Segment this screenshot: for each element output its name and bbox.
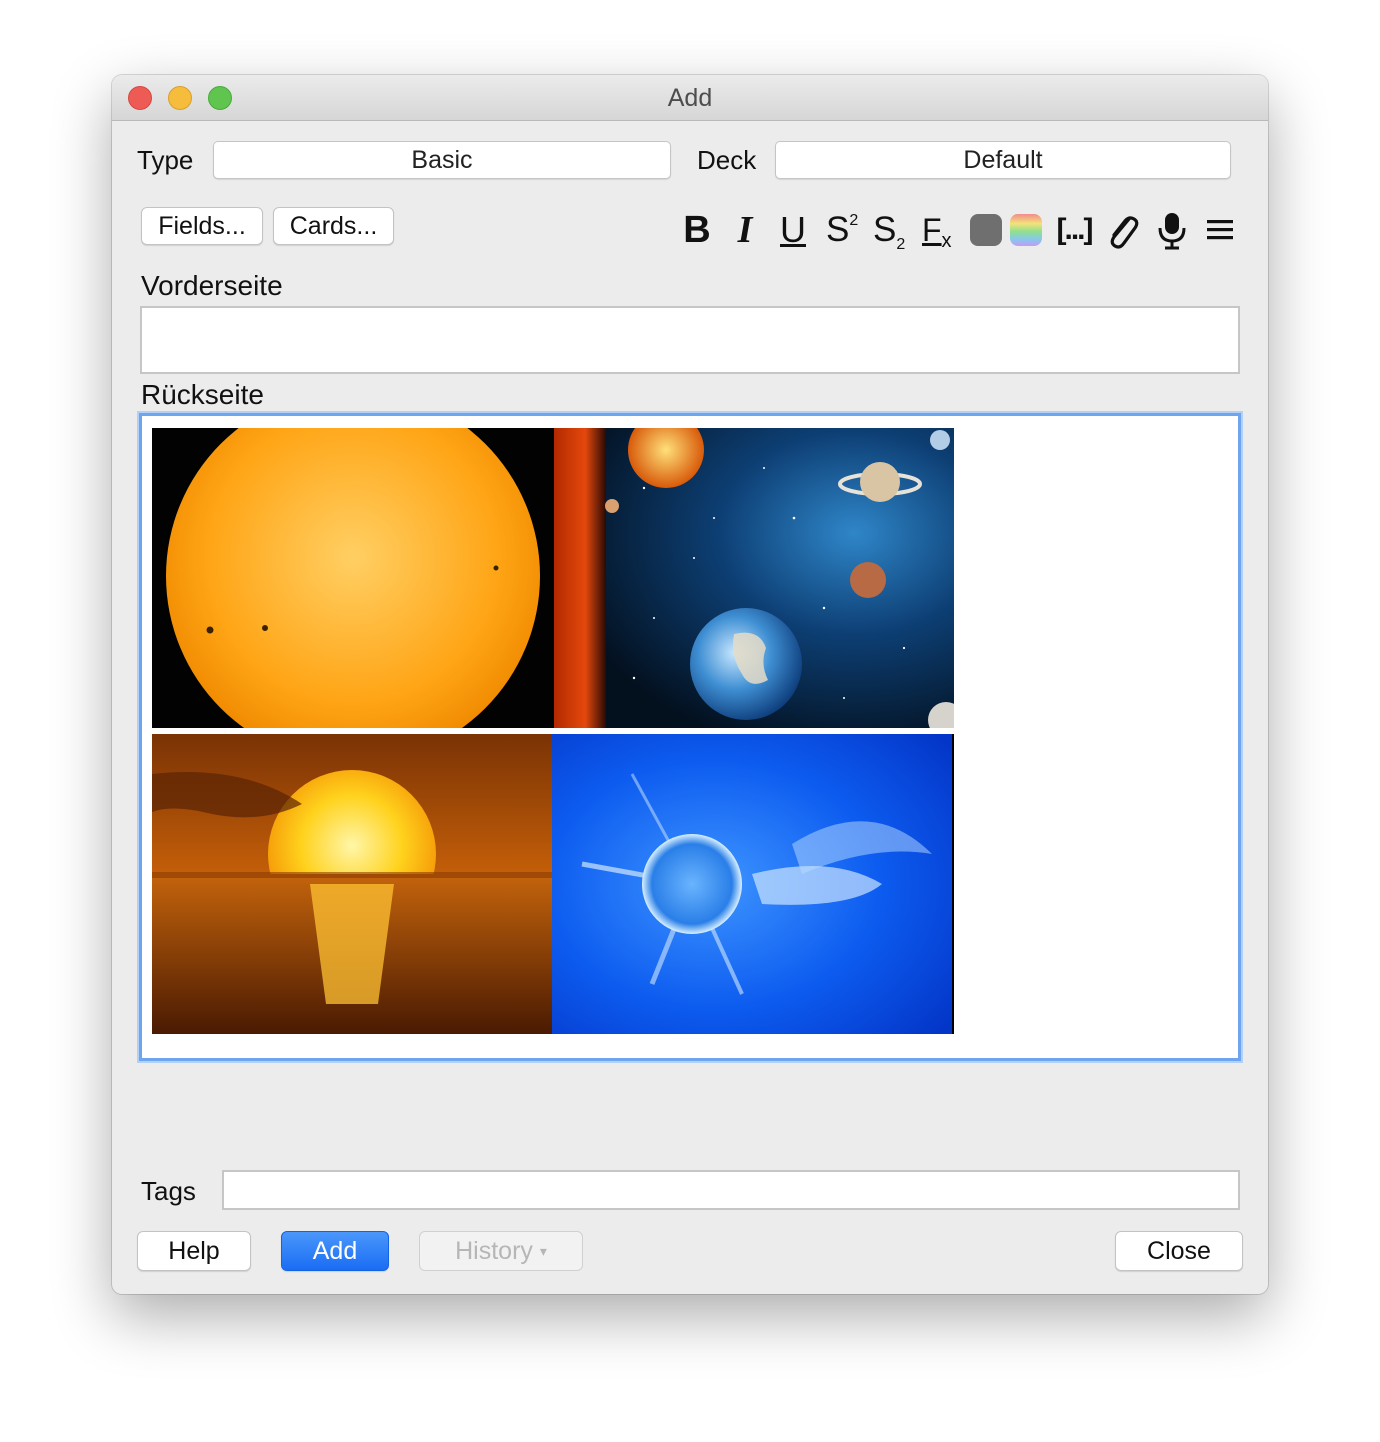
cards-button[interactable]: Cards... — [273, 207, 394, 245]
underline-button[interactable]: U — [778, 208, 808, 252]
subscript-button[interactable]: S2 — [873, 208, 907, 253]
front-field-label: Vorderseite — [141, 270, 283, 301]
window-title: Add — [667, 84, 713, 112]
fields-button[interactable]: Fields... — [141, 207, 263, 245]
deck-selector[interactable]: Default — [775, 141, 1231, 179]
superscript-base: S — [826, 210, 850, 249]
more-options-menu-icon[interactable] — [1203, 208, 1237, 252]
italic-button[interactable]: I — [730, 208, 760, 252]
help-button[interactable]: Help — [137, 1231, 251, 1271]
title-bar: Add — [112, 75, 1268, 121]
solar-system-image[interactable] — [554, 428, 954, 728]
text-highlight-color-icon[interactable] — [1010, 214, 1042, 246]
add-button[interactable]: Add — [281, 1231, 389, 1271]
history-label: History — [455, 1237, 533, 1265]
subscript-mark: 2 — [896, 236, 906, 253]
close-button[interactable]: Close — [1115, 1231, 1243, 1271]
history-dropdown-arrow-icon: ▾ — [539, 1243, 547, 1259]
deck-label: Deck — [697, 145, 757, 175]
type-label: Type — [137, 145, 194, 175]
record-audio-microphone-icon[interactable] — [1154, 208, 1190, 252]
superscript-mark: 2 — [849, 212, 859, 229]
back-field-editor[interactable] — [139, 413, 1241, 1061]
clear-format-mark: x — [941, 230, 952, 252]
back-field-label: Rückseite — [141, 379, 264, 410]
cloze-button[interactable]: [...] — [1055, 208, 1094, 252]
attach-paperclip-icon[interactable] — [1104, 208, 1140, 252]
text-color-icon[interactable] — [970, 214, 1002, 246]
subscript-base: S — [873, 210, 897, 249]
sun-disk-image[interactable] — [152, 428, 554, 728]
front-field-editor[interactable] — [140, 306, 1240, 374]
superscript-button[interactable]: S2 — [826, 208, 860, 252]
sunset-over-sea-image[interactable] — [152, 734, 552, 1034]
tags-input[interactable] — [222, 1170, 1240, 1210]
history-button: History ▾ — [419, 1231, 583, 1271]
bold-button[interactable]: B — [680, 208, 714, 252]
tags-label: Tags — [141, 1176, 196, 1206]
note-type-selector[interactable]: Basic — [213, 141, 671, 179]
blue-solar-flare-image[interactable] — [552, 734, 954, 1034]
clear-format-base: F — [922, 212, 942, 248]
clear-formatting-button[interactable]: Fx — [922, 208, 954, 252]
